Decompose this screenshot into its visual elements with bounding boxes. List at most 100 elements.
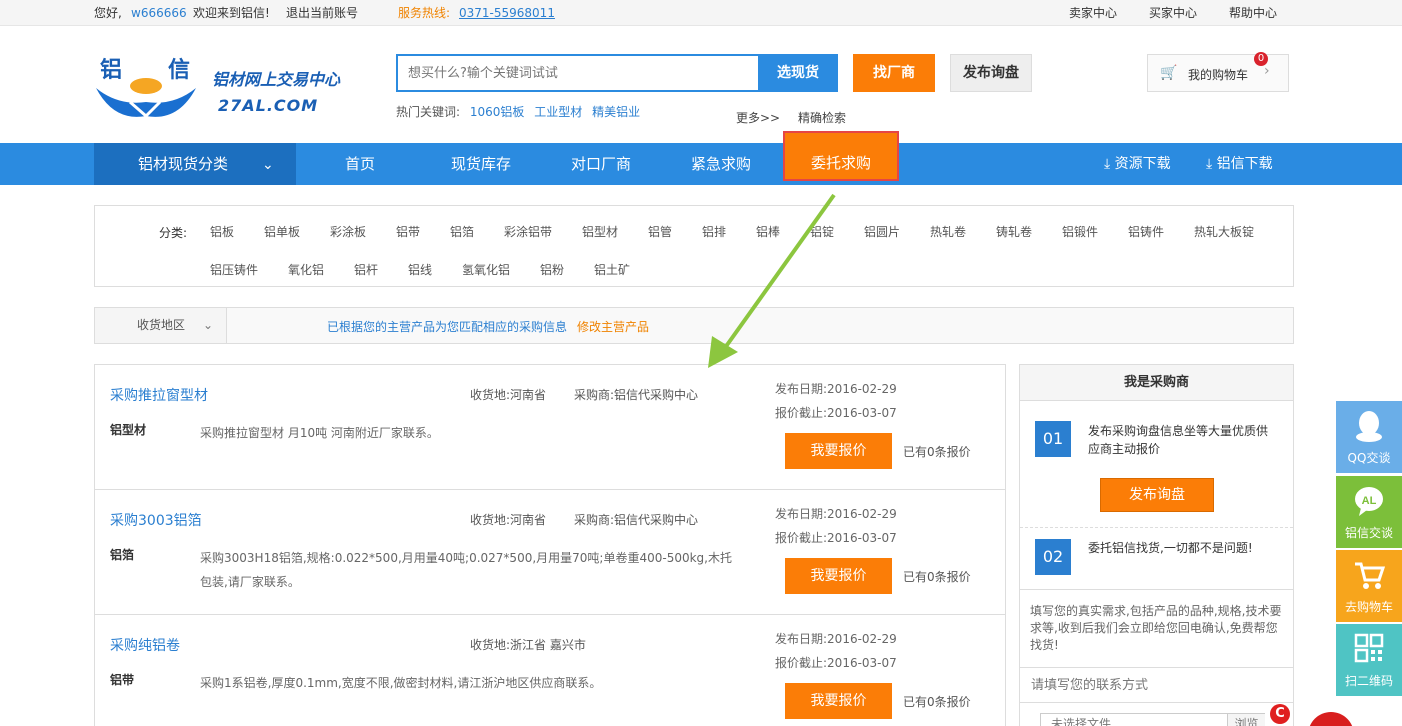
purchase-list: 采购推拉窗型材 收货地:河南省 采购商:铝信代采购中心 铝型材 采购推拉窗型材 … xyxy=(94,364,1006,726)
lvxin-chat-button[interactable]: AL 铝信交谈 xyxy=(1336,476,1402,548)
buyer-panel: 我是采购商 01 发布采购询盘信息坐等大量优质供应商主动报价 发布询盘 02 委… xyxy=(1019,364,1294,726)
nav-spot-inventory[interactable]: 现货库存 xyxy=(451,143,511,185)
category-menu-button[interactable]: 铝材现货分类 ⌄ xyxy=(94,143,296,185)
listing-published-date: 发布日期:2016-02-29 xyxy=(775,382,897,396)
category-link[interactable]: 铝管 xyxy=(648,223,672,240)
chevron-right-icon: › xyxy=(1264,63,1270,79)
download-icon: ⤓ xyxy=(1104,156,1111,172)
category-link[interactable]: 铝土矿 xyxy=(594,261,630,278)
buyer-center-link[interactable]: 买家中心 xyxy=(1149,5,1197,21)
listing-location: 收货地:河南省 xyxy=(470,513,547,527)
qr-code-icon xyxy=(1354,633,1384,663)
category-link[interactable]: 铝压铸件 xyxy=(210,261,258,278)
nav-urgent-purchase[interactable]: 紧急求购 xyxy=(691,143,751,185)
category-link[interactable]: 铝杆 xyxy=(354,261,378,278)
floating-mascot-icon[interactable] xyxy=(1308,712,1354,726)
listing-published-date: 发布日期:2016-02-29 xyxy=(775,507,897,521)
category-link[interactable]: 氧化铝 xyxy=(288,261,324,278)
category-link[interactable]: 铝板 xyxy=(210,223,234,240)
region-label: 收货地区 xyxy=(137,318,186,332)
welcome-text: 欢迎来到铝信! xyxy=(193,6,270,20)
hot-keywords-label: 热门关键词: xyxy=(396,105,461,119)
category-link[interactable]: 彩涂板 xyxy=(330,223,366,240)
contact-field[interactable]: 请填写您的联系方式 xyxy=(1020,667,1293,703)
quote-button[interactable]: 我要报价 xyxy=(785,558,892,594)
listing-description: 采购1系铝卷,厚度0.1mm,宽度不限,做密封材料,请江浙沪地区供应商联系。 xyxy=(200,676,602,690)
modify-products-link[interactable]: 修改主营产品 xyxy=(577,318,649,335)
logout-link[interactable]: 退出当前账号 xyxy=(286,5,358,21)
panel-divider xyxy=(1020,527,1293,528)
listing-published-date: 发布日期:2016-02-29 xyxy=(775,632,897,646)
hotline-number[interactable]: 0371-55968011 xyxy=(459,5,555,21)
exact-search-link[interactable]: 精确检索 xyxy=(798,109,846,126)
listing-title[interactable]: 采购推拉窗型材 xyxy=(110,385,208,405)
download-icon: ⤓ xyxy=(1206,156,1213,172)
list-item: 采购3003铝箔 收货地:河南省 采购商:铝信代采购中心 铝箔 采购3003H1… xyxy=(95,490,1005,615)
quote-count: 已有0条报价 xyxy=(903,695,971,709)
listing-buyer: 采购商:铝信代采购中心 xyxy=(574,388,699,402)
go-cart-button[interactable]: 去购物车 xyxy=(1336,550,1402,622)
post-inquiry-button[interactable]: 发布询盘 xyxy=(950,54,1032,92)
listing-title[interactable]: 采购纯铝卷 xyxy=(110,635,180,655)
category-link[interactable]: 铝锭 xyxy=(810,223,834,240)
go-cart-label: 去购物车 xyxy=(1344,600,1393,614)
download-app-label: 铝信下载 xyxy=(1216,156,1273,172)
panel-post-inquiry-button[interactable]: 发布询盘 xyxy=(1100,478,1214,512)
help-center-link[interactable]: 帮助中心 xyxy=(1229,5,1277,21)
qq-chat-button[interactable]: QQ交谈 xyxy=(1336,401,1402,473)
category-link[interactable]: 铸轧卷 xyxy=(996,223,1032,240)
category-link[interactable]: 铝线 xyxy=(408,261,432,278)
category-link[interactable]: 铝箔 xyxy=(450,223,474,240)
listing-description: 采购推拉窗型材 月10吨 河南附近厂家联系。 xyxy=(200,426,439,440)
hot-keyword-link[interactable]: 精美铝业 xyxy=(592,105,640,119)
category-link[interactable]: 铝型材 xyxy=(582,223,618,240)
category-link[interactable]: 铝锻件 xyxy=(1062,223,1098,240)
download-app-link[interactable]: ⤓ 铝信下载 xyxy=(1206,143,1273,185)
region-dropdown[interactable]: 收货地区 ⌄ xyxy=(95,308,227,343)
category-link[interactable]: 热轧卷 xyxy=(930,223,966,240)
category-link[interactable]: 铝圆片 xyxy=(864,223,900,240)
step-2-text: 委托铝信找货,一切都不是问题! xyxy=(1088,541,1253,555)
logo-domain: 27AL.COM xyxy=(218,96,319,115)
browse-button[interactable]: 浏览 xyxy=(1227,714,1265,726)
cart-button[interactable]: 🛒 我的购物车 0 › xyxy=(1147,52,1289,92)
site-logo[interactable]: 铝 信 铝材网上交易中心 27AL.COM xyxy=(94,52,354,122)
listing-title[interactable]: 采购3003铝箔 xyxy=(110,510,202,530)
category-link[interactable]: 氢氧化铝 xyxy=(462,261,510,278)
nav-home[interactable]: 首页 xyxy=(345,143,375,185)
category-link[interactable]: 铝粉 xyxy=(540,261,564,278)
category-link[interactable]: 铝排 xyxy=(702,223,726,240)
listing-material: 铝带 xyxy=(110,673,135,687)
hot-keyword-link[interactable]: 1060铝板 xyxy=(470,105,525,119)
username-link[interactable]: w666666 xyxy=(131,5,187,21)
category-link[interactable]: 彩涂铝带 xyxy=(504,223,552,240)
listing-buyer: 采购商:铝信代采购中心 xyxy=(574,513,699,527)
find-factory-button[interactable]: 找厂商 xyxy=(853,54,935,92)
category-link[interactable]: 热轧大板锭 xyxy=(1194,223,1254,240)
panel-divider xyxy=(1020,589,1293,590)
more-keywords-link[interactable]: 更多>> xyxy=(736,109,780,126)
floating-badge-icon[interactable]: C xyxy=(1270,704,1290,724)
file-upload-field[interactable]: 未选择文件 浏览 xyxy=(1040,713,1265,726)
listing-location: 收货地:浙江省 嘉兴市 xyxy=(470,638,586,652)
top-bar: 您好, w666666 欢迎来到铝信! 退出当前账号 服务热线: 0371-55… xyxy=(0,0,1402,26)
logo-char-2: 信 xyxy=(168,58,191,83)
quote-button[interactable]: 我要报价 xyxy=(785,683,892,719)
greeting-text: 您好, xyxy=(94,6,122,20)
hot-keyword-link[interactable]: 工业型材 xyxy=(534,105,582,119)
category-link[interactable]: 铝带 xyxy=(396,223,420,240)
category-link[interactable]: 铝单板 xyxy=(264,223,300,240)
cart-label: 我的购物车 xyxy=(1188,68,1249,82)
qr-code-button[interactable]: 扫二维码 xyxy=(1336,624,1402,696)
search-spot-button[interactable]: 选现货 xyxy=(758,54,838,92)
search-input[interactable] xyxy=(398,56,758,90)
quote-button[interactable]: 我要报价 xyxy=(785,433,892,469)
qq-chat-label: QQ交谈 xyxy=(1347,451,1391,465)
category-link[interactable]: 铝棒 xyxy=(756,223,780,240)
seller-center-link[interactable]: 卖家中心 xyxy=(1069,5,1117,21)
list-item: 采购推拉窗型材 收货地:河南省 采购商:铝信代采购中心 铝型材 采购推拉窗型材 … xyxy=(95,365,1005,490)
nav-matched-factories[interactable]: 对口厂商 xyxy=(571,143,631,185)
category-link[interactable]: 铝铸件 xyxy=(1128,223,1164,240)
nav-entrusted-purchase[interactable]: 委托求购 xyxy=(783,131,899,181)
download-resources-link[interactable]: ⤓ 资源下载 xyxy=(1104,143,1171,185)
